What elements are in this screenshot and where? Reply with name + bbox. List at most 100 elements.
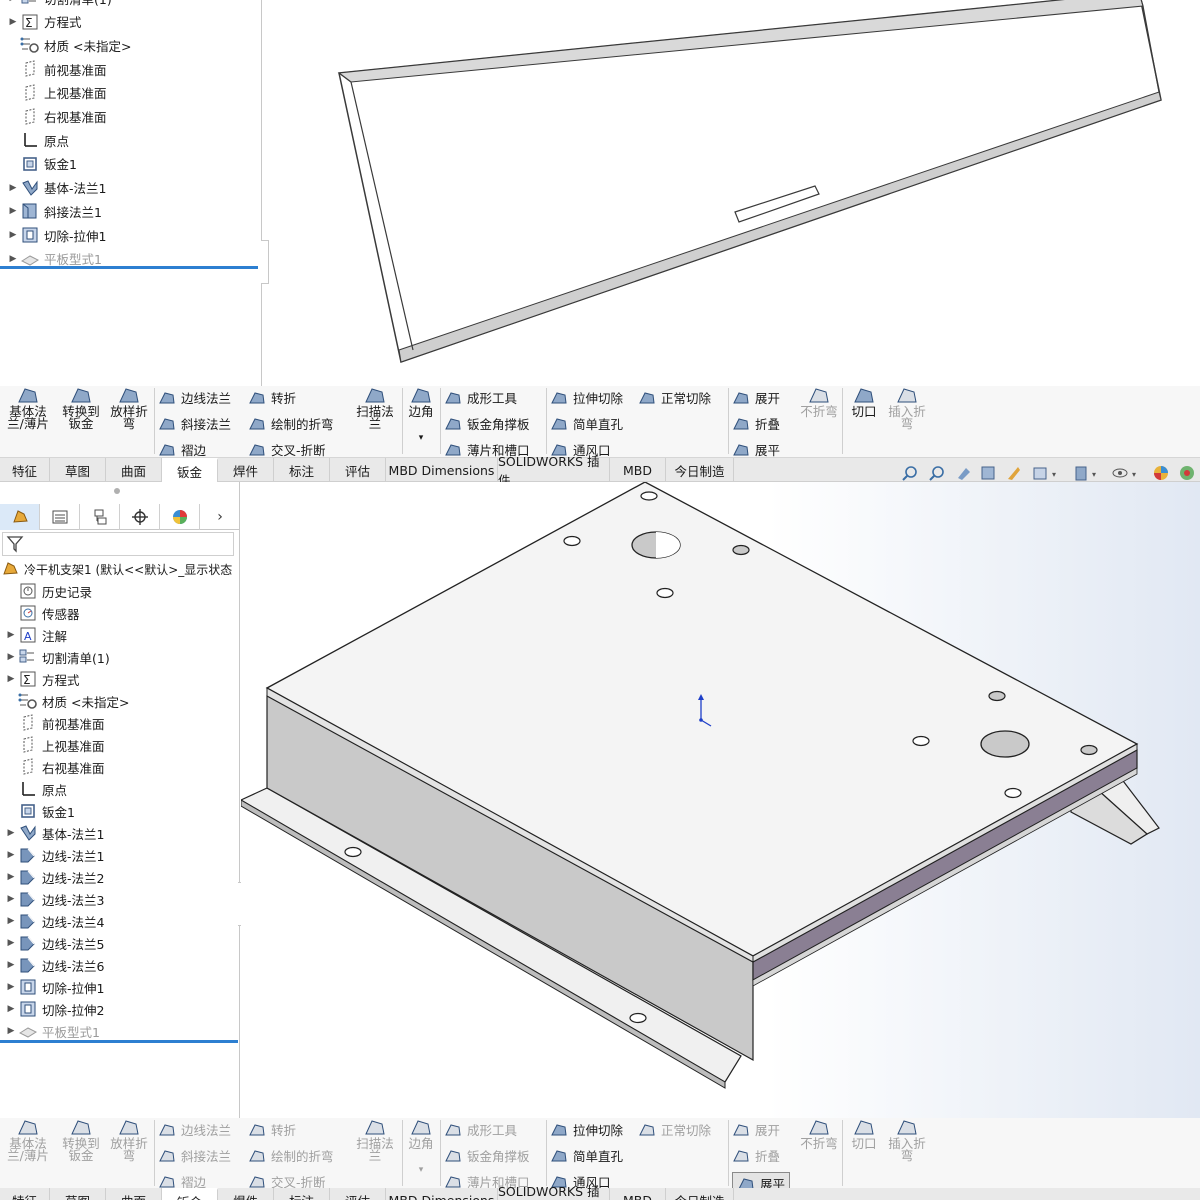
tree-item[interactable]: 钣金1	[4, 800, 75, 822]
dynamic-annotation-icon[interactable]	[1008, 467, 1020, 480]
section-view-icon[interactable]	[981, 466, 995, 480]
dropdown-arrow-icon[interactable]: ▾	[419, 432, 424, 444]
tab-10[interactable]: 今日制造	[666, 1188, 734, 1200]
tree-item[interactable]: 上视基准面	[6, 82, 107, 104]
tree-item[interactable]: ▶ 边线-法兰3	[4, 888, 104, 910]
expand-caret-icon[interactable]: ▶	[6, 183, 20, 193]
expand-caret-icon[interactable]: ▶	[4, 674, 18, 684]
tab-8[interactable]: SOLIDWORKS 插件	[498, 1184, 610, 1200]
fold-button[interactable]: 折叠	[732, 414, 780, 433]
tab-7[interactable]: MBD Dimensions	[386, 458, 498, 482]
fold-button[interactable]: 折叠	[732, 1146, 780, 1165]
tree-item[interactable]: 前视基准面	[4, 712, 105, 734]
hide-show-icon[interactable]: ▾	[1112, 468, 1136, 479]
insert-bends-button[interactable]: 插入折 弯	[884, 386, 930, 430]
dropdown-arrow-icon[interactable]: ▾	[419, 1164, 424, 1176]
view-orientation-icon[interactable]: ▾	[1033, 467, 1056, 480]
expand-caret-icon[interactable]: ▶	[4, 828, 18, 838]
gusset-button[interactable]: 钣金角撑板	[444, 1146, 530, 1165]
tree-item[interactable]: ▶ 切除-拉伸1	[6, 224, 106, 246]
tree-item[interactable]: 历史记录	[4, 580, 92, 602]
no-bends-button[interactable]: 不折弯	[796, 386, 842, 418]
graphics-area[interactable]	[241, 482, 1200, 1118]
top-splitter-handle[interactable]	[261, 240, 269, 284]
expand-caret-icon[interactable]: ▶	[4, 630, 18, 640]
tree-item[interactable]: ▶ 切割清单(1)	[6, 0, 112, 9]
jog-button[interactable]: 转折	[248, 388, 296, 407]
tree-item[interactable]: 材质 <未指定>	[4, 690, 129, 712]
sketched-bend-button[interactable]: 绘制的折弯	[248, 414, 334, 433]
tab-2[interactable]: 曲面	[106, 458, 162, 482]
expand-caret-icon[interactable]: ▶	[4, 916, 18, 926]
base-flange-button[interactable]: 基体法 兰/薄片	[6, 386, 50, 430]
convert-button[interactable]: 转换到 钣金	[58, 1118, 104, 1162]
edge-flange-button[interactable]: 边线法兰	[158, 1120, 231, 1139]
tree-item[interactable]: ▶ 边线-法兰6	[4, 954, 104, 976]
expand-caret-icon[interactable]: ▶	[4, 1026, 18, 1036]
swept-flange-button[interactable]: 扫描法 兰	[352, 1118, 398, 1162]
tab-8[interactable]: SOLIDWORKS 插件	[498, 454, 610, 488]
tree-item[interactable]: ▶ 基体-法兰1	[6, 177, 106, 199]
extruded-cut-button[interactable]: 拉伸切除	[550, 1120, 623, 1139]
more-tabs-button[interactable]: ›	[200, 504, 240, 530]
expand-caret-icon[interactable]: ▶	[6, 254, 20, 264]
expand-caret-icon[interactable]: ▶	[4, 1004, 18, 1014]
tree-root-part[interactable]: 冷干机支架1 (默认<<默认>_显示状态	[0, 558, 232, 580]
tree-item[interactable]: ▶ 基体-法兰1	[4, 822, 104, 844]
expand-caret-icon[interactable]: ▶	[6, 0, 20, 3]
rollback-bar[interactable]	[0, 1040, 238, 1043]
tab-4[interactable]: 焊件	[218, 458, 274, 482]
gusset-button[interactable]: 钣金角撑板	[444, 414, 530, 433]
flatten-button[interactable]: 展平	[732, 440, 780, 457]
scene-icon[interactable]	[1180, 466, 1194, 480]
expand-caret-icon[interactable]: ▶	[6, 206, 20, 216]
tree-item[interactable]: ▶ Σ 方程式	[4, 668, 80, 690]
jog-button[interactable]: 转折	[248, 1120, 296, 1139]
cross-break-button[interactable]: 交叉-折断	[248, 440, 326, 457]
miter-flange-button[interactable]: 斜接法兰	[158, 414, 231, 433]
display-style-icon[interactable]: ▾	[1075, 466, 1096, 481]
tree-item[interactable]: ▶ Σ 方程式	[6, 11, 82, 33]
tree-item[interactable]: 原点	[6, 129, 69, 151]
expand-caret-icon[interactable]: ▶	[6, 17, 20, 27]
expand-caret-icon[interactable]: ▶	[4, 850, 18, 860]
tree-item[interactable]: ▶ 边线-法兰4	[4, 910, 104, 932]
expand-caret-icon[interactable]: ▶	[4, 960, 18, 970]
tree-item[interactable]: ▶ 边线-法兰2	[4, 866, 104, 888]
tree-item[interactable]: ▶ A 注解	[4, 624, 67, 646]
expand-caret-icon[interactable]: ▶	[6, 230, 20, 240]
tab-0[interactable]: 特征	[0, 1188, 50, 1200]
tab-4[interactable]: 焊件	[218, 1188, 274, 1200]
expand-caret-icon[interactable]: ▶	[4, 938, 18, 948]
tab-6[interactable]: 评估	[330, 458, 386, 482]
tree-item[interactable]: ▶ 边线-法兰5	[4, 932, 104, 954]
tab-3[interactable]: 钣金	[162, 1188, 218, 1200]
tree-item[interactable]: 上视基准面	[4, 734, 105, 756]
corners-button[interactable]: 边角 ▾	[404, 1118, 438, 1176]
tab-1[interactable]: 草图	[50, 1188, 106, 1200]
tab-6[interactable]: 评估	[330, 1188, 386, 1200]
tree-item[interactable]: ▶ 平板型式1	[4, 1020, 100, 1042]
tree-item[interactable]: 右视基准面	[4, 756, 105, 778]
rip-button[interactable]: 切口	[846, 386, 882, 418]
tab-9[interactable]: MBD	[610, 458, 666, 482]
tree-item[interactable]: 右视基准面	[6, 106, 107, 128]
rip-button[interactable]: 切口	[846, 1118, 882, 1150]
simple-hole-button[interactable]: 简单直孔	[550, 414, 623, 433]
pane-grip[interactable]	[114, 488, 120, 494]
edge-flange-button[interactable]: 边线法兰	[158, 388, 231, 407]
feature-manager-tab[interactable]	[0, 504, 40, 530]
tree-item[interactable]: ▶ 切除-拉伸2	[4, 998, 104, 1020]
tab-7[interactable]: MBD Dimensions	[386, 1188, 498, 1200]
simple-hole-button[interactable]: 简单直孔	[550, 1146, 623, 1165]
loft-bend-button[interactable]: 放样折 弯	[106, 386, 152, 430]
tree-item[interactable]: ▶ 切割清单(1)	[4, 646, 110, 668]
appearance-icon[interactable]	[1154, 466, 1168, 480]
miter-flange-button[interactable]: 斜接法兰	[158, 1146, 231, 1165]
convert-button[interactable]: 转换到 钣金	[58, 386, 104, 430]
expand-caret-icon[interactable]: ▶	[4, 872, 18, 882]
loft-bend-button[interactable]: 放样折 弯	[106, 1118, 152, 1162]
expand-caret-icon[interactable]: ▶	[4, 652, 18, 662]
tab-5[interactable]: 标注	[274, 458, 330, 482]
unfold-button[interactable]: 展开	[732, 388, 780, 407]
